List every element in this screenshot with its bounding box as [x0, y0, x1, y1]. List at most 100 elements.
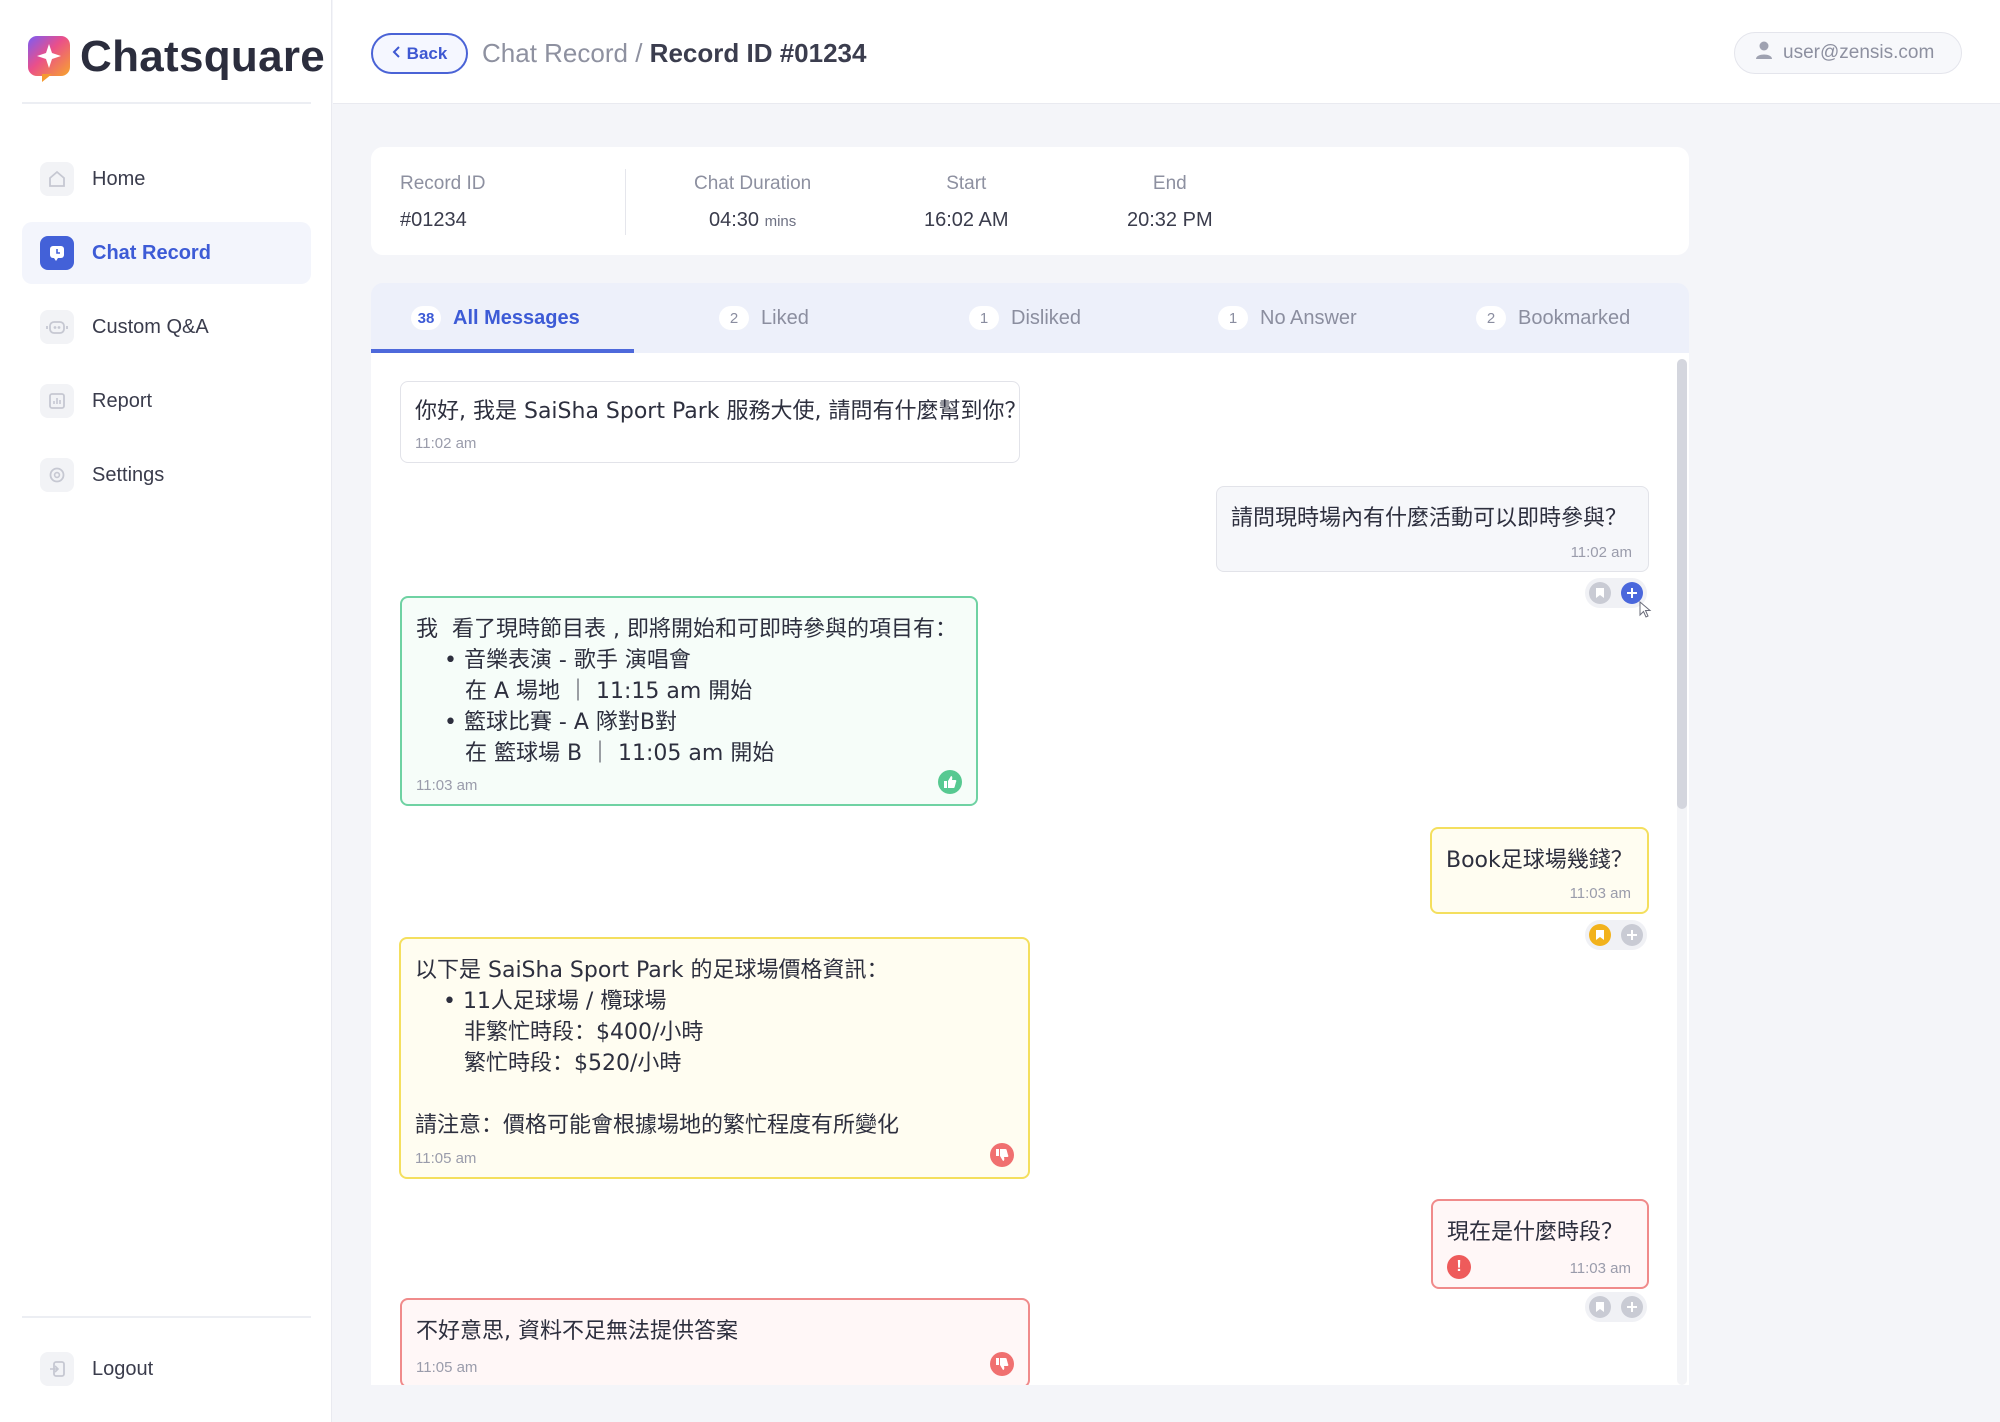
sidebar-nav: Home Chat Record Custom Q&A Report Setti…	[22, 148, 311, 518]
sidebar-item-settings[interactable]: Settings	[22, 444, 311, 506]
chat-record-icon	[40, 236, 74, 270]
plus-icon	[1627, 588, 1637, 598]
sidebar-item-report[interactable]: Report	[22, 370, 311, 432]
home-icon	[40, 162, 74, 196]
tab-count-badge: 2	[719, 306, 749, 330]
bookmark-button[interactable]	[1589, 1296, 1611, 1318]
bookmark-button[interactable]	[1589, 582, 1611, 604]
tab-label: Disliked	[1011, 306, 1082, 329]
chatsquare-logo-icon	[28, 36, 70, 82]
user-message: 請問現時場內有什麼活動可以即時參與？ 11:02 am	[1216, 486, 1649, 572]
chat-duration-field: Chat Duration 04:30 mins	[694, 173, 811, 232]
end-value: 20:32 PM	[1127, 209, 1213, 231]
sidebar-item-label: Custom Q&A	[92, 315, 209, 338]
record-info-card: Record ID #01234 Chat Duration 04:30 min…	[371, 147, 1689, 255]
tab-all-messages[interactable]: 38 All Messages	[411, 283, 580, 353]
user-menu[interactable]: user@zensis.com	[1734, 32, 1962, 74]
scrollbar-thumb[interactable]	[1677, 359, 1687, 809]
sidebar-item-home[interactable]: Home	[22, 148, 311, 210]
start-field: Start 16:02 AM	[924, 173, 1009, 232]
logout-button[interactable]: Logout	[22, 1338, 311, 1400]
alert-icon: !	[1447, 1255, 1471, 1279]
sidebar-item-custom-qa[interactable]: Custom Q&A	[22, 296, 311, 358]
back-button[interactable]: Back	[371, 33, 468, 74]
message-time: 11:05 am	[416, 1359, 478, 1376]
add-to-qa-button[interactable]	[1621, 924, 1643, 946]
message-text: 不好意思, 資料不足無法提供答案	[416, 1319, 738, 1344]
chat-duration-value: 04:30 mins	[694, 209, 811, 232]
chat-messages-panel[interactable]: 你好, 我是 SaiSha Sport Park 服務大使, 請問有什麼幫到你？…	[371, 353, 1689, 1385]
record-id-label: Record ID	[400, 173, 486, 194]
add-to-qa-button[interactable]	[1621, 1296, 1643, 1318]
end-label: End	[1152, 173, 1187, 194]
mouse-cursor-icon	[1639, 600, 1653, 624]
logout-icon	[40, 1352, 74, 1386]
breadcrumb-parent[interactable]: Chat Record	[482, 38, 628, 68]
start-label: Start	[946, 173, 987, 194]
thumbs-up-icon	[938, 770, 962, 794]
message-filter-tabs: 38 All Messages 2 Liked 1 Disliked 1 No …	[371, 283, 1689, 353]
plus-icon	[1627, 1302, 1637, 1312]
tab-count-badge: 1	[969, 306, 999, 330]
breadcrumb: Chat Record / Record ID #01234	[482, 38, 866, 69]
tab-label: Bookmarked	[1518, 306, 1631, 329]
chat-duration-label: Chat Duration	[694, 173, 812, 194]
message-text: 以下是 SaiSha Sport Park 的足球場價格資訊： • 11人足球場…	[415, 958, 900, 1138]
breadcrumb-separator: /	[635, 38, 643, 68]
message-text: 現在是什麼時段？	[1447, 1220, 1624, 1245]
report-icon	[40, 384, 74, 418]
sidebar-item-label: Chat Record	[92, 241, 211, 264]
end-field: End 20:32 PM	[1127, 173, 1213, 232]
message-time: 11:02 am	[1570, 544, 1632, 561]
tab-disliked[interactable]: 1 Disliked	[969, 283, 1081, 353]
back-label: Back	[406, 43, 448, 63]
bookmark-button[interactable]	[1589, 924, 1611, 946]
message-text: 請問現時場內有什麼活動可以即時參與？	[1231, 506, 1628, 531]
duration-number: 04:30	[708, 209, 760, 231]
bookmark-icon	[1596, 1302, 1604, 1312]
top-bar: Back Chat Record / Record ID #01234 user…	[333, 0, 2000, 104]
tab-no-answer[interactable]: 1 No Answer	[1218, 283, 1357, 353]
sidebar-item-label: Report	[92, 389, 153, 412]
message-text: 我 看了現時節目表 , 即將開始和可即時參與的項目有： • 音樂表演 - 歌手 …	[416, 617, 957, 766]
tab-count-badge: 1	[1218, 306, 1248, 330]
chat-scrollbar[interactable]	[1677, 359, 1687, 1385]
sidebar-divider	[22, 1316, 311, 1318]
bot-message-disliked: 以下是 SaiSha Sport Park 的足球場價格資訊： • 11人足球場…	[399, 937, 1030, 1179]
user-email: user@zensis.com	[1783, 42, 1935, 63]
tab-bookmarked[interactable]: 2 Bookmarked	[1476, 283, 1630, 353]
logo[interactable]: Chatsquare	[28, 32, 325, 82]
message-actions	[1585, 1292, 1647, 1322]
sidebar-item-chat-record[interactable]: Chat Record	[22, 222, 311, 284]
bot-message-no-answer: 不好意思, 資料不足無法提供答案 11:05 am	[400, 1298, 1030, 1385]
message-time: 11:03 am	[416, 777, 478, 794]
sidebar-item-label: Settings	[92, 463, 165, 486]
message-time: 11:02 am	[415, 435, 477, 452]
thumbs-down-icon	[990, 1352, 1014, 1376]
user-message-no-answer: 現在是什麼時段？ ! 11:03 am	[1431, 1199, 1649, 1289]
message-text: 你好, 我是 SaiSha Sport Park 服務大使, 請問有什麼幫到你？	[415, 399, 1027, 424]
robot-icon	[40, 310, 74, 344]
message-time: 11:05 am	[415, 1150, 477, 1167]
message-time: 11:03 am	[1569, 1260, 1631, 1277]
message-actions	[1585, 578, 1647, 608]
tab-count-badge: 2	[1476, 306, 1506, 330]
user-icon	[1755, 40, 1773, 66]
tab-liked[interactable]: 2 Liked	[719, 283, 809, 353]
tab-count-badge: 38	[411, 306, 441, 330]
sidebar: Chatsquare Home Chat Record Custom Q&A R…	[0, 0, 332, 1422]
sidebar-item-label: Home	[92, 167, 146, 190]
record-id-value: #01234	[400, 209, 467, 231]
record-id-field: Record ID #01234	[400, 173, 486, 232]
bot-message: 你好, 我是 SaiSha Sport Park 服務大使, 請問有什麼幫到你？…	[400, 381, 1027, 463]
message-time: 11:03 am	[1569, 885, 1631, 902]
start-value: 16:02 AM	[924, 209, 1009, 231]
duration-unit: mins	[764, 213, 797, 230]
logout-label: Logout	[92, 1357, 154, 1380]
info-divider	[625, 169, 626, 235]
plus-icon	[1627, 930, 1637, 940]
message-actions	[1585, 920, 1647, 950]
user-message-bookmarked: Book足球場幾錢？ 11:03 am	[1430, 827, 1649, 914]
app-name: Chatsquare	[80, 32, 326, 81]
sidebar-divider	[22, 102, 311, 104]
